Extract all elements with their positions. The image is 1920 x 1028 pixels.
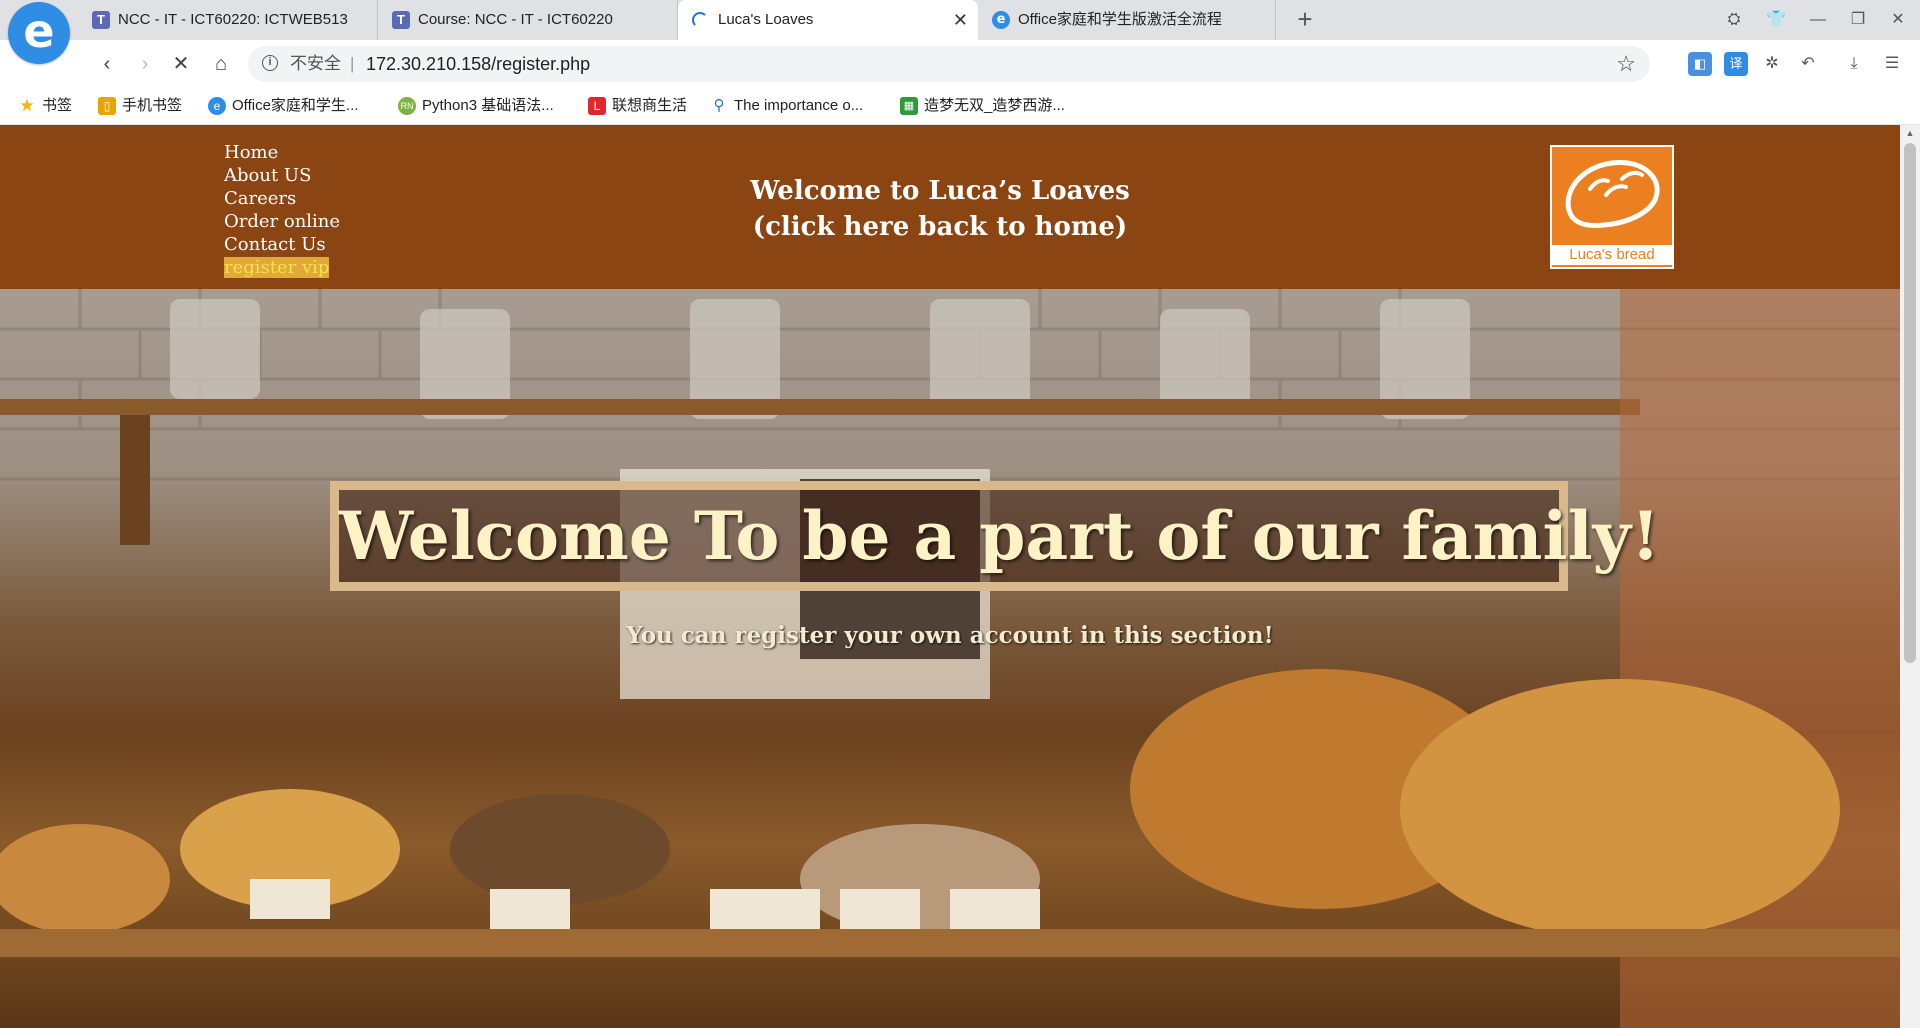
bookmark-label: Python3 基础语法...: [422, 97, 554, 114]
tab-course-ncc[interactable]: T Course: NCC - IT - ICT60220: [378, 0, 678, 40]
nav-careers[interactable]: Careers: [224, 187, 340, 210]
insecure-label[interactable]: 不安全: [290, 46, 341, 82]
logo-text: Luca's bread: [1552, 245, 1672, 265]
page-viewport: Home About US Careers Order online Conta…: [0, 125, 1900, 1028]
tab-title: Office家庭和学生版激活全流程: [1018, 11, 1222, 28]
bookmark-mobile[interactable]: ▯ 手机书签: [98, 88, 182, 124]
lenovo-icon: L: [588, 97, 606, 115]
address-separator: |: [350, 54, 355, 73]
home-link[interactable]: Welcome to Luca’s Loaves (click here bac…: [700, 173, 1180, 245]
nav-order-online[interactable]: Order online: [224, 210, 340, 233]
home-icon[interactable]: ⌂: [206, 49, 236, 79]
edge-icon: e: [208, 97, 226, 115]
teams-icon: T: [92, 11, 110, 29]
back-icon[interactable]: ‹: [92, 49, 122, 79]
tab-ncc-ictweb513[interactable]: T NCC - IT - ICT60220: ICTWEB513: [78, 0, 378, 40]
bookmark-label: 手机书签: [122, 97, 183, 114]
bookmark-label: 联想商生活: [612, 97, 688, 114]
site-info-icon[interactable]: i: [262, 55, 278, 71]
browser-logo-icon[interactable]: e: [8, 2, 70, 64]
page-scrollbar[interactable]: ▲: [1900, 125, 1920, 1028]
hero-bakery-image: Welcome To be a part of our family! You …: [0, 289, 1900, 1028]
url-text[interactable]: 172.30.210.158/register.php: [366, 46, 590, 82]
runoob-icon: RN: [398, 97, 416, 115]
nav-about-us[interactable]: About US: [224, 164, 340, 187]
bookmarks-bar: ★ 书签 ▯ 手机书签 e Office家庭和学生... RN Python3 …: [0, 88, 1920, 125]
minimize-icon[interactable]: —: [1798, 0, 1838, 40]
phone-icon: ▯: [98, 97, 116, 115]
download-icon[interactable]: ⤓: [1842, 52, 1866, 76]
nav-home[interactable]: Home: [224, 141, 340, 164]
hero-subtitle: You can register your own account in thi…: [626, 622, 1274, 649]
bookmark-zaomeng[interactable]: ▦ 造梦无双_造梦西游...: [900, 88, 1065, 124]
scrollbar-thumb[interactable]: [1904, 143, 1916, 663]
game-icon: ▦: [900, 97, 918, 115]
undo-icon[interactable]: ↶: [1796, 52, 1820, 76]
search-icon: ⚲: [713, 97, 725, 114]
tab-lucas-loaves[interactable]: Luca's Loaves ✕: [678, 0, 978, 40]
stop-loading-icon[interactable]: ✕: [166, 49, 196, 79]
star-icon: ★: [19, 96, 35, 115]
bookmark-star-icon[interactable]: ☆: [1616, 46, 1636, 82]
tab-title: Luca's Loaves: [718, 11, 814, 28]
bookmark-bookmarks[interactable]: ★ 书签: [18, 88, 72, 124]
bookmark-label: 书签: [42, 97, 73, 114]
bookmark-importance[interactable]: ⚲ The importance o...: [710, 88, 864, 124]
bakery-shelves-illustration: [0, 289, 1900, 1028]
lucas-bread-logo[interactable]: Luca's bread: [1550, 145, 1674, 269]
close-tab-icon[interactable]: ✕: [953, 0, 968, 40]
back-home-text: (click here back to home): [752, 212, 1128, 242]
tab-bar: e T NCC - IT - ICT60220: ICTWEB513 T Cou…: [0, 0, 1920, 64]
hero-title-box: Welcome To be a part of our family!: [330, 481, 1660, 591]
menu-icon[interactable]: ☰: [1880, 52, 1904, 76]
bookmark-python3[interactable]: RN Python3 基础语法...: [398, 88, 554, 124]
restore-icon[interactable]: ❐: [1838, 0, 1878, 40]
teams-icon: T: [392, 11, 410, 29]
reader-mode-icon[interactable]: ⛭: [1714, 0, 1754, 40]
site-header: Home About US Careers Order online Conta…: [0, 125, 1900, 289]
site-nav: Home About US Careers Order online Conta…: [224, 141, 340, 279]
tab-title: Course: NCC - IT - ICT60220: [418, 11, 613, 28]
address-bar[interactable]: i 不安全 | 172.30.210.158/register.php ☆: [248, 46, 1650, 82]
nav-contact-us[interactable]: Contact Us: [224, 233, 340, 256]
forward-icon[interactable]: ›: [130, 49, 160, 79]
new-tab-icon[interactable]: +: [1290, 4, 1320, 34]
bookmark-label: The importance o...: [734, 97, 864, 114]
bookmark-office[interactable]: e Office家庭和学生...: [208, 88, 358, 124]
welcome-heading: Welcome to Luca’s Loaves: [750, 176, 1130, 206]
extension-icon[interactable]: ◧: [1688, 52, 1712, 76]
hero-title: Welcome To be a part of our family!: [339, 497, 1660, 575]
edge-icon: e: [992, 11, 1010, 29]
bookmark-label: 造梦无双_造梦西游...: [924, 97, 1065, 114]
bread-loaf-icon: [1565, 160, 1660, 228]
translate-icon[interactable]: 译: [1724, 52, 1748, 76]
puzzle-extensions-icon[interactable]: ✲: [1760, 52, 1784, 76]
loading-spinner-icon: [692, 12, 708, 28]
browser-toolbar: ‹ › ✕ ⌂ i 不安全 | 172.30.210.158/register.…: [0, 40, 1920, 88]
scroll-up-icon[interactable]: ▲: [1900, 125, 1920, 141]
bookmark-label: Office家庭和学生...: [232, 97, 359, 114]
tab-office-activation[interactable]: e Office家庭和学生版激活全流程: [978, 0, 1276, 40]
bookmark-lenovo[interactable]: L 联想商生活: [588, 88, 687, 124]
close-window-icon[interactable]: ✕: [1878, 0, 1918, 40]
tab-title: NCC - IT - ICT60220: ICTWEB513: [118, 11, 348, 28]
shirt-skin-icon[interactable]: 👕: [1756, 0, 1796, 40]
nav-register-vip[interactable]: register vip: [224, 256, 340, 279]
